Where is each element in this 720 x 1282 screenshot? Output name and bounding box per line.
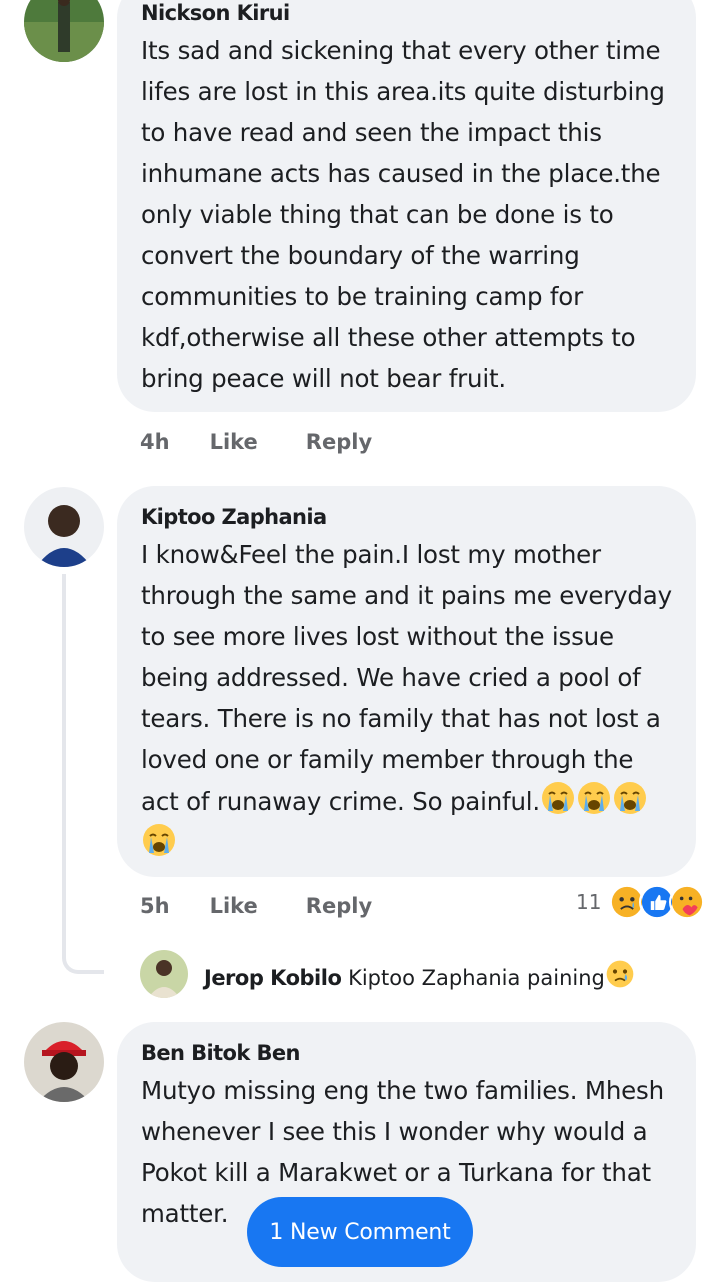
reply-text: Kiptoo Zaphania paining	[348, 965, 605, 990]
comment-text: Its sad and sickening that every other t…	[141, 36, 665, 393]
reaction-count: 11	[576, 890, 602, 914]
comment-bubble: Nickson Kirui Its sad and sickening that…	[117, 0, 696, 412]
care-icon	[669, 884, 706, 920]
comment-actions: 5h Like Reply	[140, 894, 372, 918]
loudly-crying-face-icon	[541, 781, 576, 815]
comment-author[interactable]: Ben Bitok Ben	[141, 1038, 672, 1068]
avatar[interactable]	[140, 950, 188, 998]
comment-text-body: I know&Feel the pain.I lost my mother th…	[141, 540, 672, 816]
reply-item: Jerop Kobilo Kiptoo Zaphania paining	[140, 950, 635, 998]
comment-time[interactable]: 4h	[140, 430, 170, 454]
new-comment-button[interactable]: 1 New Comment	[247, 1197, 473, 1267]
comment-text: I know&Feel the pain.I lost my mother th…	[141, 534, 672, 864]
like-button[interactable]: Like	[210, 430, 258, 454]
loudly-crying-face-icon	[142, 823, 176, 857]
like-button[interactable]: Like	[210, 894, 258, 918]
comment-actions: 4h Like Reply	[140, 430, 372, 454]
avatar[interactable]	[24, 0, 104, 62]
loudly-crying-face-icon	[577, 781, 612, 815]
reply-author[interactable]: Jerop Kobilo	[204, 966, 342, 990]
comment-author[interactable]: Nickson Kirui	[141, 0, 672, 28]
reply-button[interactable]: Reply	[306, 894, 372, 918]
comment-author[interactable]: Kiptoo Zaphania	[141, 502, 672, 532]
loudly-crying-face-icon	[613, 781, 648, 815]
reply-button[interactable]: Reply	[306, 430, 372, 454]
avatar[interactable]	[24, 487, 104, 567]
avatar[interactable]	[24, 1022, 104, 1102]
reaction-summary[interactable]: 11	[576, 884, 706, 920]
thread-connector	[62, 574, 104, 974]
comment-time[interactable]: 5h	[140, 894, 170, 918]
crying-face-icon	[606, 960, 634, 987]
reply-content: Jerop Kobilo Kiptoo Zaphania paining	[204, 959, 635, 990]
comment-bubble: Kiptoo Zaphania I know&Feel the pain.I l…	[117, 486, 696, 877]
